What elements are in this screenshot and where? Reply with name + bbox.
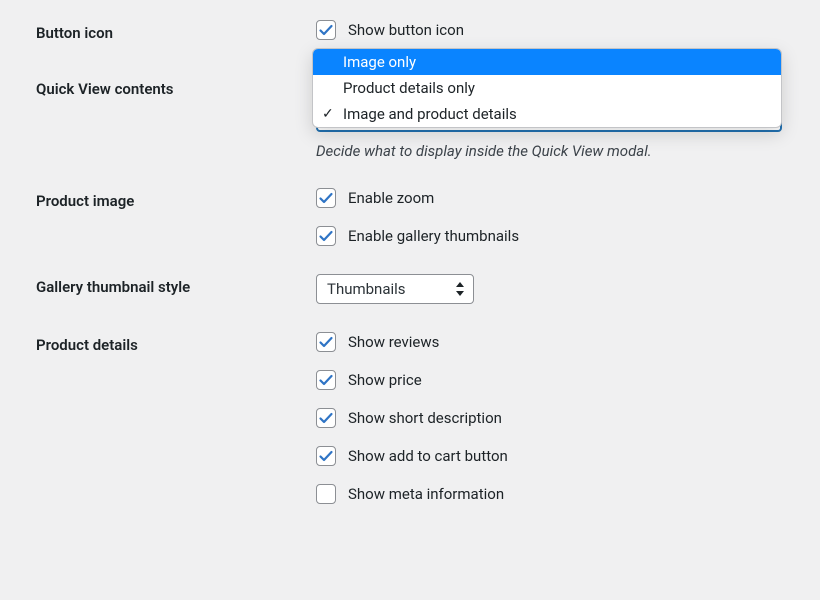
field-product-details: Show reviews Show price Show short descr… — [316, 332, 784, 504]
checkbox-row-enable-gallery-thumbnails: Enable gallery thumbnails — [316, 226, 784, 246]
checkbox-row-show-add-to-cart-button: Show add to cart button — [316, 446, 784, 466]
checkmark-icon: ✓ — [322, 107, 334, 121]
checkbox-show-price[interactable] — [316, 370, 336, 390]
checkbox-label-show-meta-information: Show meta information — [348, 485, 504, 503]
select-value: Thumbnails — [327, 280, 406, 298]
checkbox-enable-gallery-thumbnails[interactable] — [316, 226, 336, 246]
checkbox-show-reviews[interactable] — [316, 332, 336, 352]
checkbox-row-show-short-description: Show short description — [316, 408, 784, 428]
field-button-icon: Show button icon — [316, 20, 784, 42]
check-icon — [318, 334, 334, 350]
checkbox-label-show-button-icon: Show button icon — [348, 21, 464, 39]
check-icon — [318, 22, 334, 38]
checkbox-label-enable-gallery-thumbnails: Enable gallery thumbnails — [348, 227, 519, 245]
row-button-icon: Button icon Show button icon — [36, 20, 784, 42]
checkbox-show-meta-information[interactable] — [316, 484, 336, 504]
option-label: Product details only — [343, 79, 475, 97]
helper-quick-view: Decide what to display inside the Quick … — [316, 142, 784, 160]
checkbox-show-short-description[interactable] — [316, 408, 336, 428]
option-image-only[interactable]: Image only — [313, 49, 781, 75]
check-icon — [318, 372, 334, 388]
option-label: Image only — [343, 53, 416, 71]
checkbox-show-button-icon[interactable] — [316, 20, 336, 40]
checkbox-label-show-add-to-cart-button: Show add to cart button — [348, 447, 508, 465]
checkbox-row-show-reviews: Show reviews — [316, 332, 784, 352]
checkbox-label-enable-zoom: Enable zoom — [348, 189, 434, 207]
checkbox-enable-zoom[interactable] — [316, 188, 336, 208]
checkbox-show-add-to-cart-button[interactable] — [316, 446, 336, 466]
check-icon — [318, 410, 334, 426]
row-product-image: Product image Enable zoom Enable gallery… — [36, 188, 784, 246]
label-gallery-thumbnail-style: Gallery thumbnail style — [36, 274, 316, 304]
checkbox-row-show-button-icon: Show button icon — [316, 20, 784, 40]
check-icon — [318, 190, 334, 206]
label-quick-view: Quick View contents — [36, 76, 316, 160]
checkbox-label-show-short-description: Show short description — [348, 409, 502, 427]
row-gallery-thumbnail-style: Gallery thumbnail style Thumbnails — [36, 274, 784, 304]
checkbox-row-show-price: Show price — [316, 370, 784, 390]
checkbox-row-enable-zoom: Enable zoom — [316, 188, 784, 208]
option-image-and-product-details[interactable]: ✓ Image and product details — [313, 101, 781, 127]
check-icon — [318, 448, 334, 464]
label-button-icon: Button icon — [36, 20, 316, 42]
checkbox-label-show-price: Show price — [348, 371, 422, 389]
checkbox-label-show-reviews: Show reviews — [348, 333, 439, 351]
row-product-details: Product details Show reviews Show price … — [36, 332, 784, 504]
option-label: Image and product details — [343, 105, 517, 123]
option-product-details-only[interactable]: Product details only — [313, 75, 781, 101]
updown-icon — [455, 282, 465, 296]
checkbox-row-show-meta-information: Show meta information — [316, 484, 784, 504]
dropdown-quick-view-contents: Image only Product details only ✓ Image … — [312, 48, 782, 128]
field-product-image: Enable zoom Enable gallery thumbnails — [316, 188, 784, 246]
check-icon — [318, 228, 334, 244]
label-product-image: Product image — [36, 188, 316, 246]
select-gallery-thumbnail-style[interactable]: Thumbnails — [316, 274, 474, 304]
field-gallery-thumbnail-style: Thumbnails — [316, 274, 784, 304]
label-product-details: Product details — [36, 332, 316, 504]
